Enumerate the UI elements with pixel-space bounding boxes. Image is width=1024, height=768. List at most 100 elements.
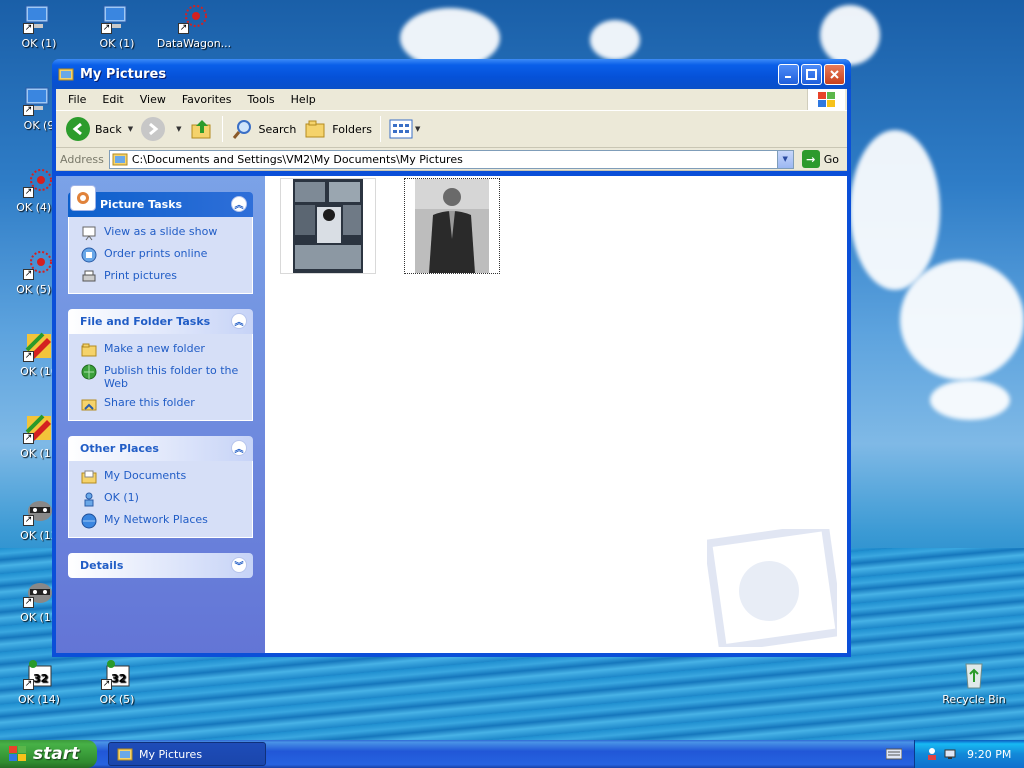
menu-view[interactable]: View xyxy=(132,93,174,106)
search-button[interactable]: Search xyxy=(227,114,301,144)
back-button[interactable]: Back ▼ xyxy=(62,114,137,144)
new-folder-icon xyxy=(81,343,97,357)
my-documents-icon xyxy=(81,470,97,484)
place-label: My Documents xyxy=(104,469,187,482)
toolbar-separator xyxy=(221,116,223,142)
folders-button[interactable]: Folders xyxy=(300,114,376,144)
folder-pictures-icon xyxy=(58,68,74,81)
file-folder-tasks-panel: File and Folder Tasks ︽ Make a new folde… xyxy=(68,309,253,421)
picture-tasks-header[interactable]: Picture Tasks ︽ xyxy=(68,185,253,217)
taskbar-button-label: My Pictures xyxy=(139,747,203,761)
desktop-icon-label: OK (1) xyxy=(99,37,135,50)
address-path: C:\Documents and Settings\VM2\My Documen… xyxy=(131,152,463,166)
desktop-icon-ok-1[interactable]: ↗ OK (1) xyxy=(0,2,78,50)
desktop-icon-ok-1b[interactable]: ↗ OK (1) xyxy=(78,2,156,50)
address-dropdown-icon[interactable]: ▼ xyxy=(776,150,793,168)
desktop-icon-recycle-bin[interactable]: Recycle Bin xyxy=(935,658,1013,706)
maximize-button[interactable] xyxy=(801,63,822,85)
maximize-icon xyxy=(806,68,817,80)
task-label: View as a slide show xyxy=(104,225,218,238)
start-button[interactable]: start xyxy=(0,740,97,768)
task-label: Order prints online xyxy=(104,247,208,260)
fireworks-icon: ↗ xyxy=(178,2,210,34)
system-tray: 9:20 PM xyxy=(914,740,1024,768)
cloud xyxy=(820,5,880,65)
task-label: Print pictures xyxy=(104,269,177,282)
file-folder-tasks-title: File and Folder Tasks xyxy=(80,315,211,328)
task-order-prints[interactable]: Order prints online xyxy=(81,247,242,263)
network-tray-icon[interactable] xyxy=(943,747,957,761)
desktop-icon-ok-5[interactable]: 32 ↗ OK (5) xyxy=(78,658,156,706)
search-icon xyxy=(232,120,251,139)
views-dropdown-icon: ▼ xyxy=(415,125,421,133)
printer-icon xyxy=(82,270,96,282)
order-prints-icon xyxy=(81,247,97,263)
up-folder-button[interactable] xyxy=(186,114,218,144)
taskbar-button-my-pictures[interactable]: My Pictures xyxy=(108,742,266,766)
back-label: Back xyxy=(95,122,122,136)
menu-tools[interactable]: Tools xyxy=(240,93,283,106)
share-folder-icon xyxy=(81,399,97,411)
forward-dropdown-icon[interactable]: ▼ xyxy=(176,125,181,133)
forward-button[interactable]: ▼ xyxy=(137,114,185,144)
desktop-icon-label: DataWagon... xyxy=(156,37,232,50)
desktop-icon-datawagon[interactable]: ↗ DataWagon... xyxy=(155,2,233,50)
task-label: Share this folder xyxy=(104,396,195,409)
place-my-network-places[interactable]: My Network Places xyxy=(81,513,242,529)
task-share-folder[interactable]: Share this folder xyxy=(81,396,242,412)
other-places-header[interactable]: Other Places ︽ xyxy=(68,436,253,461)
windows-flag-icon xyxy=(9,746,26,761)
close-icon xyxy=(830,69,839,79)
keyboard-icon[interactable] xyxy=(886,747,902,761)
desktop-icon-ok-14[interactable]: 32 ↗ OK (14) xyxy=(0,658,78,706)
back-dropdown-icon[interactable]: ▼ xyxy=(128,125,133,133)
minimize-button[interactable] xyxy=(778,63,799,85)
place-my-documents[interactable]: My Documents xyxy=(81,469,242,485)
computer-icon: ↗ xyxy=(101,2,133,34)
toolbar-separator xyxy=(380,116,382,142)
user-icon xyxy=(84,492,94,507)
task-make-new-folder[interactable]: Make a new folder xyxy=(81,342,242,358)
pencil-app-icon: ↗ xyxy=(23,330,55,362)
task-print-pictures[interactable]: Print pictures xyxy=(81,269,242,285)
picture-thumbnail-2[interactable] xyxy=(404,178,500,274)
details-header[interactable]: Details ︾ xyxy=(68,553,253,578)
title-bar[interactable]: My Pictures xyxy=(52,59,851,89)
other-places-body: My Documents OK (1) My Network Places xyxy=(68,461,253,538)
file-folder-tasks-header[interactable]: File and Folder Tasks ︽ xyxy=(68,309,253,334)
camera-icon xyxy=(70,185,96,211)
user-tray-icon[interactable] xyxy=(925,747,939,761)
menu-help[interactable]: Help xyxy=(283,93,324,106)
picture-thumbnail-1[interactable] xyxy=(280,178,376,274)
address-field[interactable]: C:\Documents and Settings\VM2\My Documen… xyxy=(108,149,794,169)
collapse-chevron-icon[interactable]: ︽ xyxy=(231,196,247,212)
views-icon xyxy=(389,119,413,139)
menu-edit[interactable]: Edit xyxy=(94,93,131,106)
menu-favorites[interactable]: Favorites xyxy=(174,93,240,106)
close-button[interactable] xyxy=(824,63,845,85)
back-arrow-icon xyxy=(66,117,90,141)
clock[interactable]: 9:20 PM xyxy=(967,748,1011,761)
start-label: start xyxy=(33,744,80,764)
folder-pictures-icon xyxy=(117,748,133,761)
fireworks-icon: ↗ xyxy=(23,166,55,198)
portrait-photo-icon xyxy=(415,179,489,273)
task-view-slideshow[interactable]: View as a slide show xyxy=(81,225,242,241)
search-label: Search xyxy=(258,122,297,136)
expand-chevron-icon[interactable]: ︾ xyxy=(231,557,247,573)
fireworks-icon: ↗ xyxy=(23,248,55,280)
collapse-chevron-icon[interactable]: ︽ xyxy=(231,440,247,456)
other-places-title: Other Places xyxy=(80,442,159,455)
cloud xyxy=(930,380,1010,420)
place-ok-1[interactable]: OK (1) xyxy=(81,491,242,507)
go-button[interactable]: → Go xyxy=(798,150,843,168)
collapse-chevron-icon[interactable]: ︽ xyxy=(231,313,247,329)
views-button[interactable]: ▼ xyxy=(385,114,424,144)
32-app-icon: 32 ↗ xyxy=(23,658,55,690)
up-folder-icon xyxy=(191,120,210,139)
menu-file[interactable]: File xyxy=(60,93,94,106)
file-view xyxy=(265,176,847,653)
task-publish-folder[interactable]: Publish this folder to the Web xyxy=(81,364,242,390)
computer-icon: ↗ xyxy=(23,84,55,116)
toolbar: Back ▼ ▼ Search Folders ▼ xyxy=(56,110,847,148)
